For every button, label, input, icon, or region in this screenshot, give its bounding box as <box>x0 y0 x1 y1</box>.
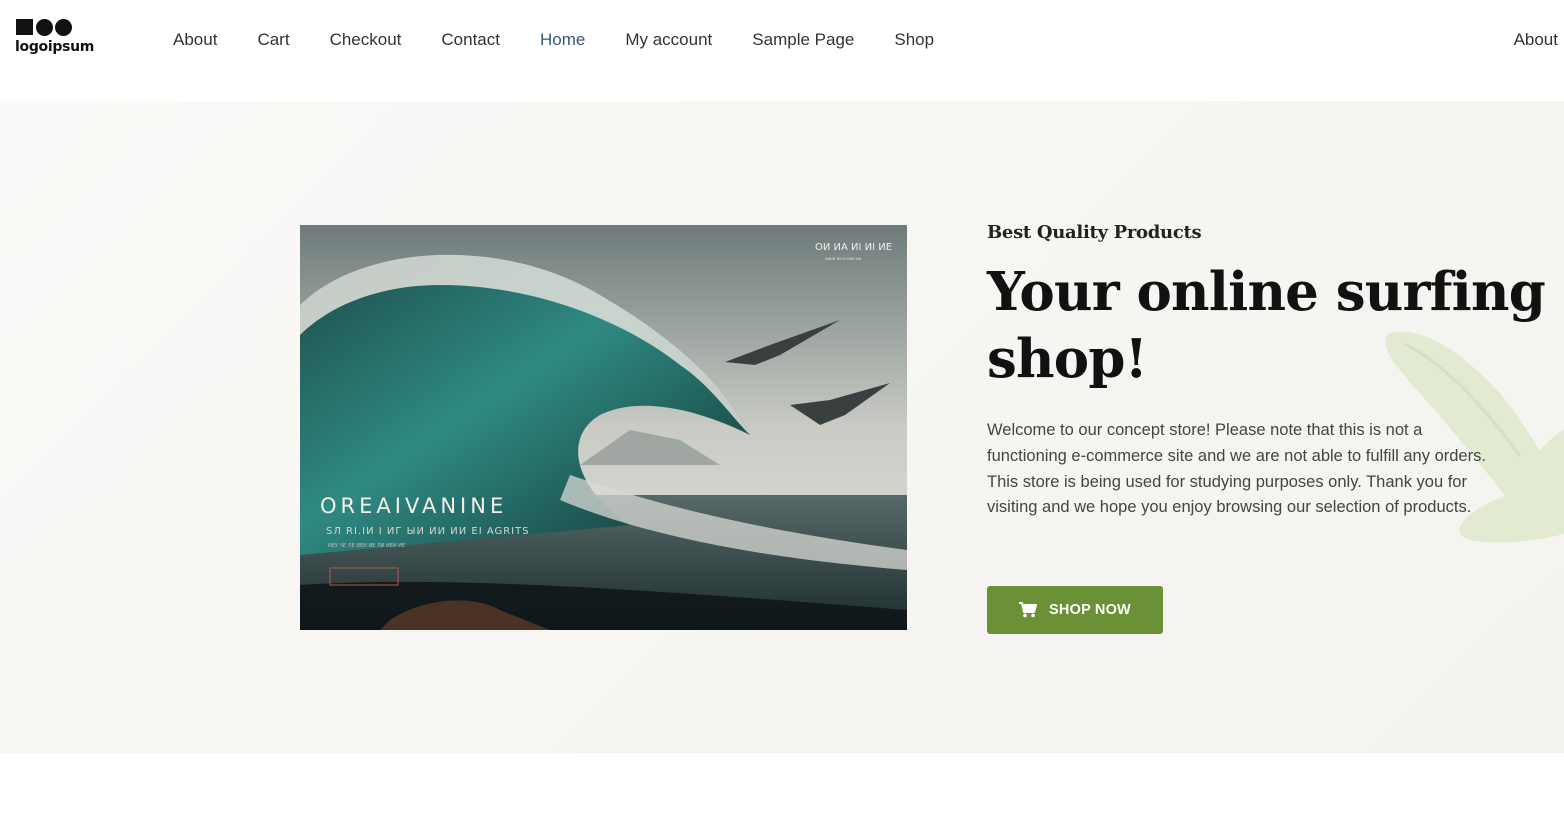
nav-item-contact[interactable]: Contact <box>441 30 500 50</box>
site-header: logoipsum About Cart Checkout Contact Ho… <box>0 0 1564 101</box>
shop-now-button[interactable]: SHOP NOW <box>987 586 1163 634</box>
cart-icon <box>1019 602 1038 618</box>
logo-mark-icon <box>15 18 75 36</box>
main-nav: About Cart Checkout Contact Home My acco… <box>173 30 934 50</box>
hero-intro-text: Welcome to our concept store! Please not… <box>987 421 1486 517</box>
nav-item-sample-page[interactable]: Sample Page <box>752 30 854 50</box>
nav-item-checkout[interactable]: Checkout <box>330 30 402 50</box>
nav-item-shop[interactable]: Shop <box>894 30 934 50</box>
nav-item-home[interactable]: Home <box>540 30 585 50</box>
logo-text: logoipsum <box>15 39 95 55</box>
nav-item-my-account[interactable]: My account <box>625 30 712 50</box>
image-caption: ИЕУ ЧЕ ЛЕ ИЕИ ИЕ ЛИ ИЕИ ИЕ <box>328 543 405 549</box>
hero-image: OREAIVANINE SЛ RI.IИ I ИГ ЫИ ИИ ИИ EI AG… <box>300 225 907 630</box>
shop-now-label: SHOP NOW <box>1049 602 1131 618</box>
image-subtitle: SЛ RI.IИ I ИГ ЫИ ИИ ИИ EI AGRITS <box>326 526 530 537</box>
image-corner-sub: ииии ии и иии ии <box>825 256 862 261</box>
site-logo[interactable]: logoipsum <box>15 18 107 60</box>
hero-eyebrow: Best Quality Products <box>987 222 1202 243</box>
nav-item-about-secondary[interactable]: About <box>1514 30 1558 50</box>
hero-section: OREAIVANINE SЛ RI.IИ I ИГ ЫИ ИИ ИИ EI AG… <box>0 101 1564 753</box>
hero-headline: Your online surfing shop! <box>987 261 1546 390</box>
image-title: OREAIVANINE <box>320 494 507 518</box>
nav-item-about[interactable]: About <box>173 30 217 50</box>
nav-item-cart[interactable]: Cart <box>257 30 289 50</box>
image-corner-title: OИ ИA ИI ИI ИE <box>815 242 892 253</box>
